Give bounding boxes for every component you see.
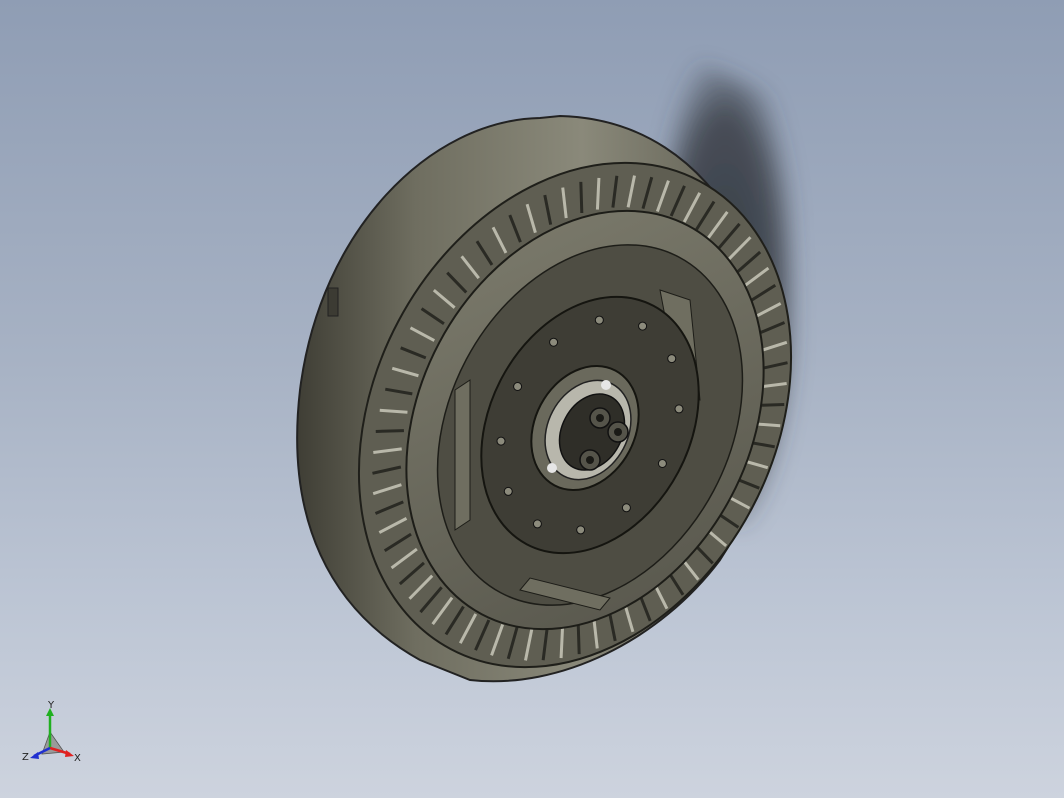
bolt-hole [621, 503, 631, 513]
bolt-hole [496, 436, 506, 446]
bolt-hole [638, 321, 648, 331]
x-axis-label: X [74, 753, 81, 764]
x-arrow-head [65, 750, 74, 757]
cooling-fin [579, 181, 584, 214]
cooling-fin [379, 408, 408, 414]
bolt-hole [503, 486, 513, 496]
bolt-hole [576, 525, 586, 535]
cooling-fin [375, 429, 404, 433]
bolt-hole [594, 315, 604, 325]
bolt-hole [549, 337, 559, 347]
bolt-hole [667, 354, 677, 364]
bolt-hole [674, 404, 684, 414]
z-axis-label: Z [22, 752, 29, 763]
cooling-fin [595, 177, 601, 210]
bolt-hole [532, 519, 542, 529]
y-axis-label: Y [47, 700, 55, 711]
bolt-hole [513, 382, 523, 392]
cooling-fin [559, 626, 565, 659]
z-arrow-head [30, 752, 39, 759]
motor-3d-model[interactable] [0, 0, 1064, 798]
bolt-hole [657, 458, 667, 468]
graphics-viewport[interactable]: Y X Z [0, 0, 1064, 798]
cooling-fin [576, 622, 581, 655]
orientation-triad[interactable]: Y X Z [18, 700, 88, 770]
